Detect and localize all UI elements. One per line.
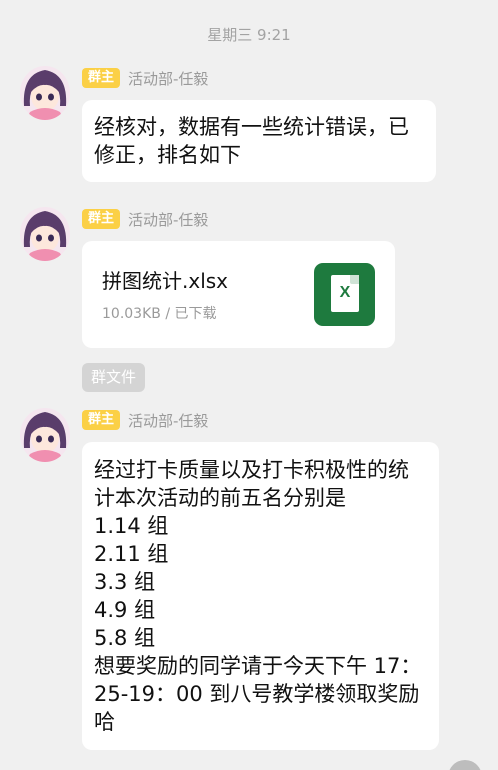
owner-badge: 群主 xyxy=(82,209,121,229)
message-line: 经过打卡质量以及打卡积极性的统 xyxy=(94,458,409,482)
sender-name: 活动部-任毅 xyxy=(128,69,209,88)
sender-meta: 群主 活动部-任毅 xyxy=(82,409,208,431)
file-card[interactable]: 拼图统计.xlsx 10.03KB / 已下载 X xyxy=(82,241,395,348)
sender-meta: 群主 活动部-任毅 xyxy=(82,67,208,89)
message-line: 3.3 组 xyxy=(94,570,156,594)
message-line: 哈 xyxy=(94,710,115,734)
excel-letter: X xyxy=(339,284,351,301)
avatar-image xyxy=(20,207,70,261)
owner-badge: 群主 xyxy=(82,68,121,88)
message-line: 经核对，数据有一些统计错误，已 xyxy=(94,115,409,139)
file-meta: 10.03KB / 已下载 xyxy=(102,306,217,322)
message-line: 4.9 组 xyxy=(94,598,156,622)
excel-file-icon: X xyxy=(314,263,375,326)
message-line: 5.8 组 xyxy=(94,626,156,650)
message-line: 1.14 组 xyxy=(94,514,169,538)
message-line: 修正，排名如下 xyxy=(94,143,241,167)
group-file-tag[interactable]: 群文件 xyxy=(82,363,145,392)
sender-name: 活动部-任毅 xyxy=(128,411,209,430)
sender-meta: 群主 活动部-任毅 xyxy=(82,208,208,230)
owner-badge: 群主 xyxy=(82,410,121,430)
avatar-image xyxy=(20,66,70,120)
message-line: 2.11 组 xyxy=(94,542,169,566)
message-bubble[interactable]: 经核对，数据有一些统计错误，已 修正，排名如下 xyxy=(82,100,436,182)
scroll-down-button[interactable] xyxy=(448,760,482,770)
sender-name: 活动部-任毅 xyxy=(128,210,209,229)
sender-avatar[interactable] xyxy=(20,66,70,120)
message-line: 25-19：00 到八号教学楼领取奖励 xyxy=(94,682,420,706)
avatar-image xyxy=(20,408,70,462)
chat-timestamp: 星期三 9:21 xyxy=(207,26,291,44)
message-bubble[interactable]: 经过打卡质量以及打卡积极性的统 计本次活动的前五名分别是 1.14 组 2.11… xyxy=(82,442,439,750)
sender-avatar[interactable] xyxy=(20,408,70,462)
message-line: 想要奖励的同学请于今天下午 17： xyxy=(94,654,422,678)
message-line: 计本次活动的前五名分别是 xyxy=(94,486,346,510)
sender-avatar[interactable] xyxy=(20,207,70,261)
file-name: 拼图统计.xlsx xyxy=(102,269,229,293)
